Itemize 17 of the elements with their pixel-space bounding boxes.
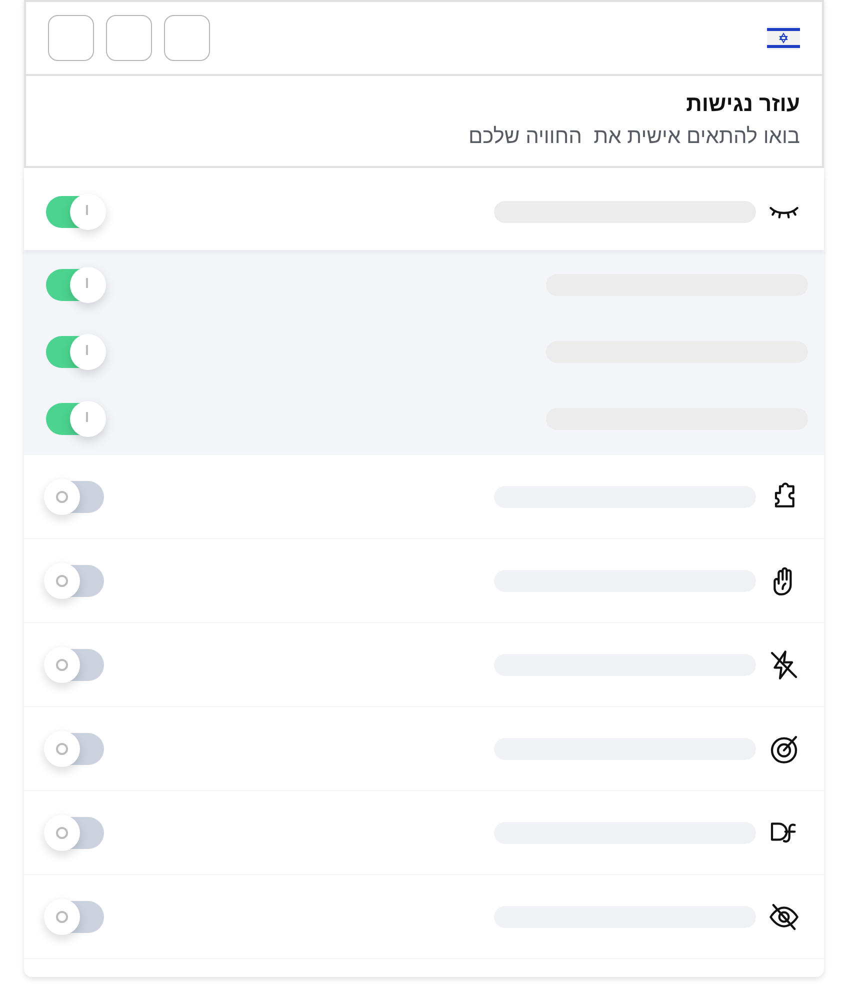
- toggle-switch[interactable]: [46, 564, 104, 596]
- flag-icon[interactable]: [767, 26, 800, 50]
- no-flash-icon: [768, 648, 800, 680]
- menu-button[interactable]: [48, 15, 94, 61]
- toggle-switch[interactable]: [46, 402, 104, 434]
- panel-subtitle: בואו להתאים אישית את החוויה שלכם: [468, 124, 800, 150]
- toggle-switch[interactable]: [46, 900, 104, 932]
- menu-button[interactable]: [106, 15, 152, 61]
- toggle-switch[interactable]: [46, 336, 104, 368]
- panel-title: עוזר נגישות: [686, 90, 800, 118]
- toggle-switch[interactable]: [46, 816, 104, 848]
- toggle-switch[interactable]: [46, 732, 104, 764]
- toggle-switch[interactable]: [46, 648, 104, 680]
- toggle-switch[interactable]: [46, 268, 104, 300]
- toggle-switch[interactable]: [46, 480, 104, 512]
- toggle-switch[interactable]: [46, 196, 104, 228]
- menu-button[interactable]: [164, 15, 210, 61]
